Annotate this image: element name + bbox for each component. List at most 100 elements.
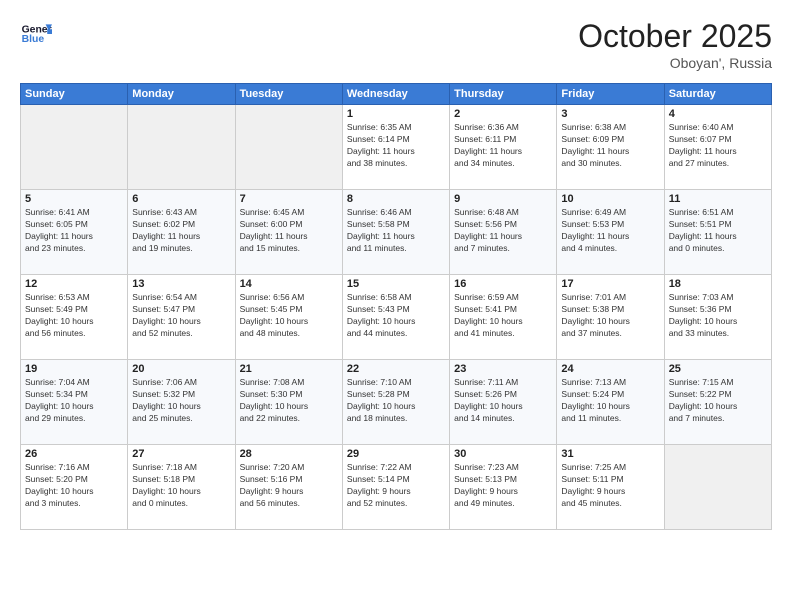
- day-info: Sunrise: 6:35 AM Sunset: 6:14 PM Dayligh…: [347, 122, 445, 170]
- calendar-cell: 19Sunrise: 7:04 AM Sunset: 5:34 PM Dayli…: [21, 360, 128, 445]
- calendar-week-1: 1Sunrise: 6:35 AM Sunset: 6:14 PM Daylig…: [21, 105, 772, 190]
- calendar-cell: 16 Sunrise: 6:59 AM Sunset: 5:41 PM Dayli…: [450, 275, 557, 360]
- day-info: Sunrise: 7:03 AM Sunset: 5:36 PM Dayligh…: [669, 292, 767, 340]
- calendar-cell: 9Sunrise: 6:48 AM Sunset: 5:56 PM Daylig…: [450, 190, 557, 275]
- calendar-week-3: 12 Sunrise: 6:53 AM Sunset: 5:49 PM Dayli…: [21, 275, 772, 360]
- col-wednesday: Wednesday: [342, 84, 449, 105]
- calendar-cell: [235, 105, 342, 190]
- col-monday: Monday: [128, 84, 235, 105]
- day-number: 5: [25, 193, 123, 205]
- svg-text:Blue: Blue: [22, 34, 45, 45]
- day-info: Sunrise: 7:06 AM Sunset: 5:32 PM Dayligh…: [132, 377, 230, 425]
- day-info: Sunrise: 7:16 AM Sunset: 5:20 PM Dayligh…: [25, 462, 123, 510]
- day-info: Sunrise: 6:49 AM Sunset: 5:53 PM Dayligh…: [561, 207, 659, 255]
- day-info: Sunrise: 7:18 AM Sunset: 5:18 PM Dayligh…: [132, 462, 230, 510]
- day-info: Sunrise: 6:59 AM Sunset: 5:41 PM Dayligh…: [454, 292, 552, 340]
- month-title: October 2025: [578, 18, 772, 55]
- day-number: 15: [347, 278, 445, 290]
- calendar-cell: 18 Sunrise: 7:03 AM Sunset: 5:36 PM Dayli…: [664, 275, 771, 360]
- calendar-cell: 25 Sunrise: 7:15 AM Sunset: 5:22 PM Dayli…: [664, 360, 771, 445]
- day-info: Sunrise: 6:40 AM Sunset: 6:07 PM Dayligh…: [669, 122, 767, 170]
- calendar-cell: 15 Sunrise: 6:58 AM Sunset: 5:43 PM Dayli…: [342, 275, 449, 360]
- logo-icon: General Blue: [20, 18, 52, 50]
- day-info: Sunrise: 6:46 AM Sunset: 5:58 PM Dayligh…: [347, 207, 445, 255]
- day-info: Sunrise: 6:58 AM Sunset: 5:43 PM Dayligh…: [347, 292, 445, 340]
- day-number: 31: [561, 448, 659, 460]
- calendar-cell: 12 Sunrise: 6:53 AM Sunset: 5:49 PM Dayli…: [21, 275, 128, 360]
- day-number: 4: [669, 108, 767, 120]
- location: Oboyan', Russia: [578, 55, 772, 71]
- calendar-week-5: 26 Sunrise: 7:16 AM Sunset: 5:20 PM Dayli…: [21, 445, 772, 530]
- day-info: Sunrise: 7:13 AM Sunset: 5:24 PM Dayligh…: [561, 377, 659, 425]
- day-info: Sunrise: 6:53 AM Sunset: 5:49 PM Dayligh…: [25, 292, 123, 340]
- day-number: 18: [669, 278, 767, 290]
- day-number: 11: [669, 193, 767, 205]
- logo: General Blue: [20, 18, 52, 50]
- day-number: 30: [454, 448, 552, 460]
- day-number: 9: [454, 193, 552, 205]
- day-number: 12: [25, 278, 123, 290]
- day-info: Sunrise: 6:41 AM Sunset: 6:05 PM Dayligh…: [25, 207, 123, 255]
- day-info: Sunrise: 6:43 AM Sunset: 6:02 PM Dayligh…: [132, 207, 230, 255]
- day-info: Sunrise: 7:22 AM Sunset: 5:14 PM Dayligh…: [347, 462, 445, 510]
- col-saturday: Saturday: [664, 84, 771, 105]
- day-info: Sunrise: 7:04 AM Sunset: 5:34 PM Dayligh…: [25, 377, 123, 425]
- calendar-cell: 11Sunrise: 6:51 AM Sunset: 5:51 PM Dayli…: [664, 190, 771, 275]
- calendar-cell: 30 Sunrise: 7:23 AM Sunset: 5:13 PM Dayli…: [450, 445, 557, 530]
- calendar: Sunday Monday Tuesday Wednesday Thursday…: [20, 83, 772, 530]
- calendar-cell: 20 Sunrise: 7:06 AM Sunset: 5:32 PM Dayli…: [128, 360, 235, 445]
- calendar-cell: [664, 445, 771, 530]
- day-number: 28: [240, 448, 338, 460]
- calendar-header-row: Sunday Monday Tuesday Wednesday Thursday…: [21, 84, 772, 105]
- day-number: 25: [669, 363, 767, 375]
- day-info: Sunrise: 7:10 AM Sunset: 5:28 PM Dayligh…: [347, 377, 445, 425]
- day-number: 6: [132, 193, 230, 205]
- calendar-cell: 14Sunrise: 6:56 AM Sunset: 5:45 PM Dayli…: [235, 275, 342, 360]
- day-info: Sunrise: 6:38 AM Sunset: 6:09 PM Dayligh…: [561, 122, 659, 170]
- calendar-cell: 10Sunrise: 6:49 AM Sunset: 5:53 PM Dayli…: [557, 190, 664, 275]
- day-number: 21: [240, 363, 338, 375]
- day-info: Sunrise: 7:25 AM Sunset: 5:11 PM Dayligh…: [561, 462, 659, 510]
- calendar-cell: 24 Sunrise: 7:13 AM Sunset: 5:24 PM Dayli…: [557, 360, 664, 445]
- day-info: Sunrise: 6:45 AM Sunset: 6:00 PM Dayligh…: [240, 207, 338, 255]
- col-friday: Friday: [557, 84, 664, 105]
- day-info: Sunrise: 7:01 AM Sunset: 5:38 PM Dayligh…: [561, 292, 659, 340]
- day-info: Sunrise: 7:20 AM Sunset: 5:16 PM Dayligh…: [240, 462, 338, 510]
- calendar-week-4: 19Sunrise: 7:04 AM Sunset: 5:34 PM Dayli…: [21, 360, 772, 445]
- day-info: Sunrise: 7:23 AM Sunset: 5:13 PM Dayligh…: [454, 462, 552, 510]
- calendar-cell: 4 Sunrise: 6:40 AM Sunset: 6:07 PM Daylig…: [664, 105, 771, 190]
- day-info: Sunrise: 7:11 AM Sunset: 5:26 PM Dayligh…: [454, 377, 552, 425]
- day-info: Sunrise: 7:15 AM Sunset: 5:22 PM Dayligh…: [669, 377, 767, 425]
- calendar-week-2: 5 Sunrise: 6:41 AM Sunset: 6:05 PM Daylig…: [21, 190, 772, 275]
- day-number: 29: [347, 448, 445, 460]
- calendar-cell: 1Sunrise: 6:35 AM Sunset: 6:14 PM Daylig…: [342, 105, 449, 190]
- col-thursday: Thursday: [450, 84, 557, 105]
- day-number: 7: [240, 193, 338, 205]
- calendar-cell: 27Sunrise: 7:18 AM Sunset: 5:18 PM Dayli…: [128, 445, 235, 530]
- day-number: 17: [561, 278, 659, 290]
- calendar-cell: [21, 105, 128, 190]
- calendar-cell: 26 Sunrise: 7:16 AM Sunset: 5:20 PM Dayli…: [21, 445, 128, 530]
- calendar-cell: 7 Sunrise: 6:45 AM Sunset: 6:00 PM Daylig…: [235, 190, 342, 275]
- calendar-cell: 3 Sunrise: 6:38 AM Sunset: 6:09 PM Daylig…: [557, 105, 664, 190]
- calendar-cell: 5 Sunrise: 6:41 AM Sunset: 6:05 PM Daylig…: [21, 190, 128, 275]
- calendar-cell: 13Sunrise: 6:54 AM Sunset: 5:47 PM Dayli…: [128, 275, 235, 360]
- day-number: 26: [25, 448, 123, 460]
- day-info: Sunrise: 6:36 AM Sunset: 6:11 PM Dayligh…: [454, 122, 552, 170]
- calendar-cell: 28 Sunrise: 7:20 AM Sunset: 5:16 PM Dayli…: [235, 445, 342, 530]
- day-number: 20: [132, 363, 230, 375]
- day-number: 24: [561, 363, 659, 375]
- calendar-cell: [128, 105, 235, 190]
- calendar-cell: 22 Sunrise: 7:10 AM Sunset: 5:28 PM Dayli…: [342, 360, 449, 445]
- calendar-cell: 8 Sunrise: 6:46 AM Sunset: 5:58 PM Daylig…: [342, 190, 449, 275]
- calendar-cell: 2Sunrise: 6:36 AM Sunset: 6:11 PM Daylig…: [450, 105, 557, 190]
- day-number: 8: [347, 193, 445, 205]
- day-number: 23: [454, 363, 552, 375]
- day-number: 3: [561, 108, 659, 120]
- day-number: 16: [454, 278, 552, 290]
- calendar-cell: 31 Sunrise: 7:25 AM Sunset: 5:11 PM Dayli…: [557, 445, 664, 530]
- header: General Blue October 2025 Oboyan', Russi…: [20, 18, 772, 71]
- day-info: Sunrise: 7:08 AM Sunset: 5:30 PM Dayligh…: [240, 377, 338, 425]
- day-number: 22: [347, 363, 445, 375]
- calendar-cell: 21 Sunrise: 7:08 AM Sunset: 5:30 PM Dayli…: [235, 360, 342, 445]
